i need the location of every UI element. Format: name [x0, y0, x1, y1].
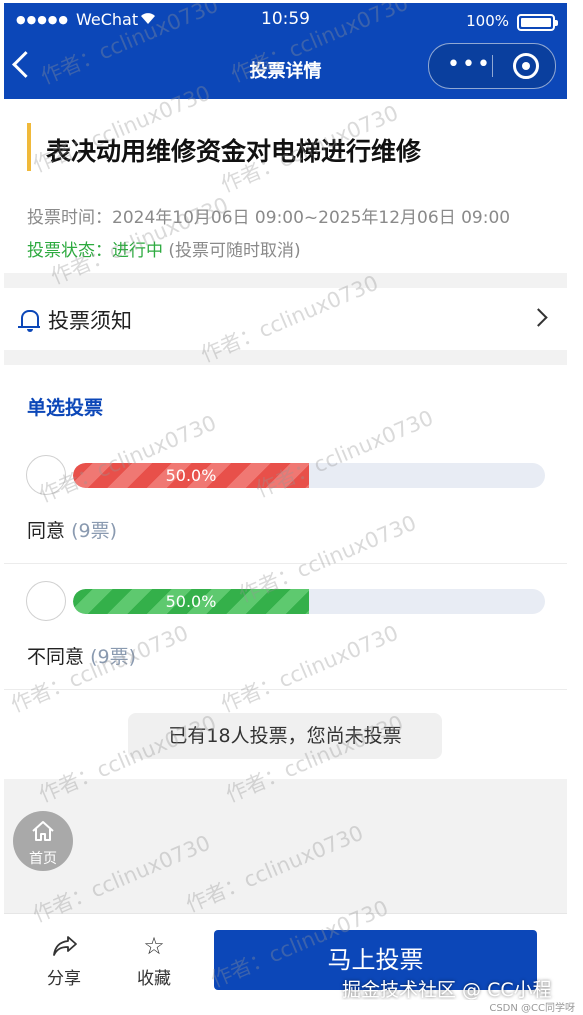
disagree-radio[interactable]: [26, 581, 66, 621]
top-header: ●●●●● WeChat 10:59 100% 投票详情 •••: [4, 3, 567, 99]
battery-icon: [517, 14, 558, 31]
section-title: 单选投票: [27, 397, 104, 419]
vote-notice-label: 投票须知: [48, 309, 132, 333]
bell-icon: [18, 310, 40, 332]
agree-count: (9票): [71, 520, 117, 542]
vote-status: 投票状态：进行中 (投票可随时取消): [27, 236, 301, 261]
home-label: 首页: [29, 851, 57, 867]
status-bar: ●●●●● WeChat 10:59 100%: [4, 9, 567, 31]
agree-percent: 50.0%: [165, 466, 217, 485]
disagree-text: 不同意: [27, 646, 85, 668]
footer-small-caption: CSDN @CC同学呀: [489, 1003, 575, 1014]
option-agree[interactable]: 50.0% 同意 (9票): [4, 437, 567, 562]
disagree-percent: 50.0%: [165, 592, 217, 611]
vote-summary-badge: 已有18人投票，您尚未投票: [128, 713, 442, 759]
battery-percent: 100%: [466, 12, 509, 30]
share-label: 分享: [47, 969, 81, 989]
close-target-icon[interactable]: [513, 53, 539, 79]
vote-time: 投票时间：2024年10月06日 09:00~2025年12月06日 09:00: [27, 203, 510, 228]
vote-info-card: 表决动用维修资金对电梯进行维修 投票时间：2024年10月06日 09:00~2…: [4, 99, 567, 273]
share-button[interactable]: 分享: [34, 928, 94, 989]
home-float-button[interactable]: 首页: [13, 811, 73, 871]
footer-caption: 掘金技术社区 @ CC小程序: [342, 979, 552, 1000]
share-icon: [53, 936, 77, 956]
favorite-label: 收藏: [137, 969, 171, 989]
app-frame: ●●●●● WeChat 10:59 100% 投票详情 ••• 表决动用维修资…: [4, 3, 567, 1000]
vote-time-value: 2024年10月06日 09:00~2025年12月06日 09:00: [112, 208, 511, 228]
home-icon: [32, 821, 54, 841]
disagree-count: (9票): [90, 646, 136, 668]
vote-options-card: 单选投票 50.0% 同意 (9票) 50.0% 不同意 (9票) 已有18人投…: [4, 365, 567, 779]
vote-status-value: 进行中: [112, 241, 163, 261]
agree-label: 同意 (9票): [27, 516, 117, 543]
agree-progress-fill: 50.0%: [73, 463, 309, 488]
disagree-progress-fill: 50.0%: [73, 589, 309, 614]
agree-text: 同意: [27, 520, 66, 542]
vote-status-note: (投票可随时取消): [168, 241, 301, 261]
disagree-progress-track: 50.0%: [73, 589, 545, 614]
capsule-divider: [492, 55, 493, 77]
option-divider: [4, 689, 567, 690]
agree-progress-track: 50.0%: [73, 463, 545, 488]
favorite-button[interactable]: ☆ 收藏: [124, 928, 184, 989]
agree-radio[interactable]: [26, 455, 66, 495]
vote-status-label: 投票状态：: [27, 241, 112, 261]
more-menu-icon[interactable]: •••: [447, 53, 492, 77]
disagree-label: 不同意 (9票): [27, 642, 136, 669]
option-disagree[interactable]: 50.0% 不同意 (9票): [4, 563, 567, 688]
star-icon: ☆: [143, 932, 165, 960]
vote-notice-row[interactable]: 投票须知: [4, 288, 567, 350]
vote-time-label: 投票时间：: [27, 208, 112, 228]
mini-program-capsule: •••: [428, 43, 556, 89]
vote-title: 表决动用维修资金对电梯进行维修: [46, 137, 422, 166]
title-accent-bar: [27, 123, 31, 171]
chevron-right-icon: [529, 308, 548, 327]
watermark: 作者：cclinux0730: [182, 820, 367, 918]
